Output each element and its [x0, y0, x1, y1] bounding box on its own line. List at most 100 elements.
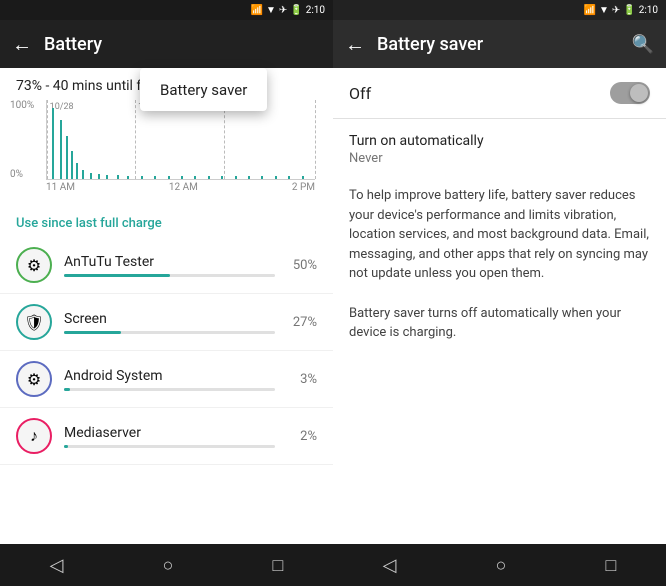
chart-bar	[98, 174, 100, 179]
chart-bar	[71, 151, 73, 179]
chart-x-labels: 11 AM 12 AM 2 PM	[46, 180, 323, 193]
chart-bar	[181, 176, 183, 179]
app-name: AnTuTu Tester	[64, 254, 275, 270]
home-nav-left[interactable]: ○	[143, 549, 194, 582]
chart-dashed-line	[315, 100, 316, 179]
chart-bar	[221, 176, 223, 179]
chart-bar	[82, 170, 84, 179]
toggle-label: Off	[349, 84, 371, 103]
app-icon: 🛡	[16, 304, 52, 340]
app-name: Android System	[64, 368, 275, 384]
toolbar-right: ← Battery saver 🔍	[333, 20, 666, 68]
page-title-left: Battery	[44, 34, 325, 55]
chart-bar	[154, 176, 156, 179]
chart-dashed-line	[135, 100, 136, 179]
app-list-item[interactable]: 🛡 Screen 27%	[0, 294, 333, 351]
time-left: 2:10	[306, 5, 325, 16]
chart-bar	[194, 176, 196, 179]
chart-dashed-line	[47, 100, 48, 179]
y-label-0: 0%	[10, 169, 34, 180]
airplane-icon: ✈	[279, 5, 287, 16]
signal-icon-right: 📶	[584, 5, 596, 16]
bottom-nav-left: ◁ ○ □	[0, 544, 333, 586]
app-usage-bar-fill	[64, 445, 68, 448]
app-percentage: 50%	[287, 258, 317, 273]
battery-icon-right: 🔋	[623, 5, 635, 16]
wifi-icon: ▼	[266, 5, 276, 16]
app-percentage: 2%	[287, 429, 317, 444]
time-right: 2:10	[639, 5, 658, 16]
recent-nav-right[interactable]: □	[586, 549, 637, 582]
battery-icon: 🔋	[290, 5, 302, 16]
app-info: Android System	[64, 368, 275, 391]
app-icon: ⚙	[16, 247, 52, 283]
dropdown-tooltip[interactable]: Battery saver	[140, 68, 267, 111]
chart-bar	[90, 173, 92, 179]
description-2: Battery saver turns off automatically wh…	[349, 292, 650, 351]
toolbar-left: ← Battery	[0, 20, 333, 68]
app-usage-bar-bg	[64, 445, 275, 448]
chart-bar	[235, 176, 237, 179]
battery-saver-content: Turn on automatically Never To help impr…	[333, 119, 666, 544]
chart-bar	[288, 176, 290, 179]
toggle-knob	[630, 84, 648, 102]
app-name: Mediaserver	[64, 425, 275, 441]
battery-chart: 100% 0% 10/2811/311/9 11 AM 12 AM 2 PM	[0, 100, 333, 210]
back-button-right[interactable]: ←	[341, 28, 369, 61]
chart-bar	[248, 176, 250, 179]
x-label-12am: 12 AM	[169, 182, 198, 193]
app-usage-bar-fill	[64, 331, 121, 334]
chart-canvas: 10/2811/311/9	[46, 100, 315, 180]
app-list-item[interactable]: ⚙Android System3%	[0, 351, 333, 408]
search-button[interactable]: 🔍	[628, 30, 658, 59]
app-usage-bar-fill	[64, 388, 70, 391]
chart-dashed-line	[224, 100, 225, 179]
auto-section-sub: Never	[349, 151, 650, 166]
left-panel: 📶 ▼ ✈ 🔋 2:10 ← Battery Battery saver 73%…	[0, 0, 333, 586]
chart-bar	[302, 176, 304, 179]
app-percentage: 27%	[287, 315, 317, 330]
chart-bar	[66, 136, 68, 179]
back-nav-right[interactable]: ◁	[363, 549, 417, 582]
chart-bar	[261, 176, 263, 179]
signal-icon: 📶	[251, 5, 263, 16]
chart-bar	[117, 175, 119, 179]
chart-bar	[168, 176, 170, 179]
app-usage-bar-fill	[64, 274, 170, 277]
back-nav-left[interactable]: ◁	[30, 549, 84, 582]
auto-section-title: Turn on automatically	[349, 133, 650, 149]
right-panel: 📶 ▼ ✈ 🔋 2:10 ← Battery saver 🔍 Off Turn …	[333, 0, 666, 586]
back-button-left[interactable]: ←	[8, 28, 36, 61]
dropdown-item-battery-saver[interactable]: Battery saver	[160, 81, 247, 99]
status-icons-left: 📶 ▼ ✈ 🔋 2:10	[251, 5, 326, 16]
app-usage-bar-bg	[64, 331, 275, 334]
status-icons-right: 📶 ▼ ✈ 🔋 2:10	[584, 5, 659, 16]
recent-nav-left[interactable]: □	[253, 549, 304, 582]
app-usage-bar-bg	[64, 274, 275, 277]
x-label-11am: 11 AM	[46, 182, 75, 193]
app-info: AnTuTu Tester	[64, 254, 275, 277]
use-since-label: Use since last full charge	[0, 210, 333, 237]
chart-bar	[106, 175, 108, 179]
battery-saver-toggle[interactable]	[610, 82, 650, 104]
app-list: ⚙ AnTuTu Tester 50% 🛡 Screen 27% ⚙Android Syst…	[0, 237, 333, 544]
app-info: Screen	[64, 311, 275, 334]
x-label-2pm: 2 PM	[292, 182, 315, 193]
chart-y-labels: 100% 0%	[10, 100, 34, 180]
battery-saver-toggle-row: Off	[333, 68, 666, 119]
auto-section: Turn on automatically Never	[349, 119, 650, 174]
app-list-item[interactable]: ♪Mediaserver2%	[0, 408, 333, 465]
chart-bar	[76, 163, 78, 179]
chart-bar	[60, 120, 62, 179]
status-bar-left: 📶 ▼ ✈ 🔋 2:10	[0, 0, 333, 20]
chart-bar	[52, 108, 54, 179]
y-label-100: 100%	[10, 100, 34, 111]
airplane-icon-right: ✈	[612, 5, 620, 16]
wifi-icon-right: ▼	[599, 5, 609, 16]
app-list-item[interactable]: ⚙ AnTuTu Tester 50%	[0, 237, 333, 294]
bottom-nav-right: ◁ ○ □	[333, 544, 666, 586]
app-info: Mediaserver	[64, 425, 275, 448]
chart-bar	[208, 176, 210, 179]
chart-bar	[141, 176, 143, 179]
home-nav-right[interactable]: ○	[476, 549, 527, 582]
